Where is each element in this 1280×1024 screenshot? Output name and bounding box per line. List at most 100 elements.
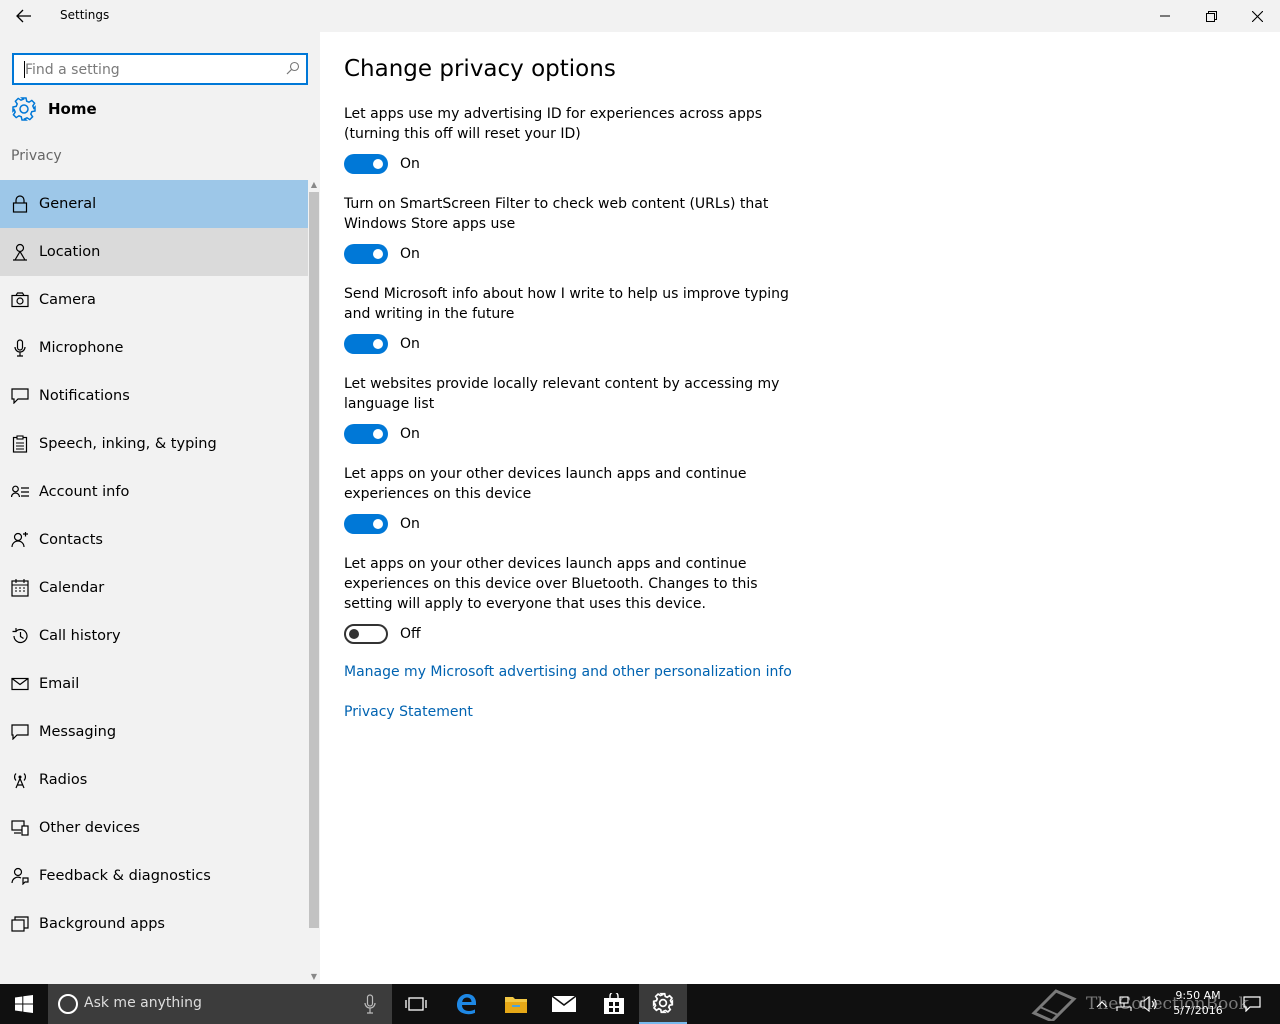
other-devices-toggle[interactable] xyxy=(344,514,388,534)
volume-tray-button[interactable] xyxy=(1138,984,1160,1024)
sidebar-item-general[interactable]: General xyxy=(0,180,308,228)
background-apps-icon xyxy=(11,915,29,933)
advertising-id-toggle[interactable] xyxy=(344,154,388,174)
start-button[interactable] xyxy=(0,984,48,1024)
taskbar-clock[interactable]: 9:50 AM 5/7/2016 xyxy=(1162,988,1234,1018)
sidebar-item-label: Calendar xyxy=(39,580,105,596)
sidebar-item-radios[interactable]: Radios xyxy=(0,756,308,804)
sidebar-item-notifications[interactable]: Notifications xyxy=(0,372,308,420)
section-heading: Privacy xyxy=(11,148,62,164)
sidebar-item-messaging[interactable]: Messaging xyxy=(0,708,308,756)
action-center-button[interactable] xyxy=(1238,984,1266,1024)
sidebar-item-label: Location xyxy=(39,244,101,260)
option-description: Let apps use my advertising ID for exper… xyxy=(344,106,763,142)
sidebar-item-label: Other devices xyxy=(39,820,140,836)
task-view-button[interactable] xyxy=(392,984,440,1024)
option-language-list: Let websites provide locally relevant co… xyxy=(344,374,794,444)
toggle-knob xyxy=(373,159,383,169)
sidebar-item-label: Notifications xyxy=(39,388,130,404)
sidebar-item-location[interactable]: Location xyxy=(0,228,308,276)
book-logo-icon xyxy=(1031,989,1077,1021)
search-input[interactable] xyxy=(25,59,275,81)
minimize-button[interactable] xyxy=(1142,0,1188,32)
search-box[interactable] xyxy=(12,53,308,85)
notifications-icon xyxy=(11,387,29,405)
option-smartscreen: Turn on SmartScreen Filter to check web … xyxy=(344,194,794,264)
sidebar-item-other-devices[interactable]: Other devices xyxy=(0,804,308,852)
bluetooth-devices-toggle[interactable] xyxy=(344,624,388,644)
toggle-knob xyxy=(373,429,383,439)
clock-time: 9:50 AM xyxy=(1175,989,1221,1002)
toggle-knob xyxy=(373,249,383,259)
settings-taskbar-button[interactable] xyxy=(639,984,687,1024)
scroll-up-arrow-icon[interactable]: ▲ xyxy=(309,180,319,190)
sidebar-item-background-apps[interactable]: Background apps xyxy=(0,900,308,948)
microphone-icon xyxy=(11,339,29,357)
close-icon xyxy=(1251,10,1263,22)
microphone-icon[interactable] xyxy=(364,994,376,1014)
toggle-knob xyxy=(349,629,359,639)
messaging-icon xyxy=(11,723,29,741)
sidebar-item-email[interactable]: Email xyxy=(0,660,308,708)
file-explorer-button[interactable] xyxy=(492,984,540,1024)
privacy-nav: General Location Camera Microphone Notif… xyxy=(0,180,308,948)
typing-info-toggle[interactable] xyxy=(344,334,388,354)
toggle-knob xyxy=(373,519,383,529)
task-view-icon xyxy=(405,997,427,1011)
restore-button[interactable] xyxy=(1188,0,1234,32)
back-button[interactable] xyxy=(10,4,38,28)
sidebar-scrollbar[interactable]: ▲ ▼ xyxy=(308,180,320,984)
gear-icon xyxy=(652,992,674,1014)
gear-icon xyxy=(12,97,36,121)
store-bag-icon xyxy=(604,993,624,1014)
sidebar-item-label: Feedback & diagnostics xyxy=(39,868,211,884)
manage-advertising-link[interactable]: Manage my Microsoft advertising and othe… xyxy=(344,664,792,680)
sidebar-item-camera[interactable]: Camera xyxy=(0,276,308,324)
search-icon[interactable] xyxy=(286,61,300,75)
title-bar: Settings xyxy=(0,0,1280,32)
sidebar-item-call-history[interactable]: Call history xyxy=(0,612,308,660)
option-description: Let apps on your other devices launch ap… xyxy=(344,466,747,502)
toggle-state-label: On xyxy=(400,516,420,532)
chevron-up-icon xyxy=(1096,1001,1108,1008)
option-description: Turn on SmartScreen Filter to check web … xyxy=(344,196,769,232)
sidebar-item-label: Email xyxy=(39,676,80,692)
sidebar-item-label: Radios xyxy=(39,772,88,788)
lock-icon xyxy=(11,195,29,213)
clock-date: 5/7/2016 xyxy=(1173,1004,1223,1017)
sidebar-item-contacts[interactable]: Contacts xyxy=(0,516,308,564)
show-hidden-icons-button[interactable] xyxy=(1092,984,1112,1024)
close-button[interactable] xyxy=(1234,0,1280,32)
sidebar-item-feedback[interactable]: Feedback & diagnostics xyxy=(0,852,308,900)
option-description: Let apps on your other devices launch ap… xyxy=(344,556,758,612)
language-list-toggle[interactable] xyxy=(344,424,388,444)
option-advertising-id: Let apps use my advertising ID for exper… xyxy=(344,104,794,174)
restore-icon xyxy=(1205,10,1217,22)
store-button[interactable] xyxy=(590,984,638,1024)
sidebar-item-microphone[interactable]: Microphone xyxy=(0,324,308,372)
mail-button[interactable] xyxy=(540,984,588,1024)
toggle-state-label: On xyxy=(400,156,420,172)
radio-antenna-icon xyxy=(11,771,29,789)
sidebar-item-label: Messaging xyxy=(39,724,117,740)
smartscreen-toggle[interactable] xyxy=(344,244,388,264)
cortana-search-text: Ask me anything xyxy=(84,995,202,1011)
sidebar: Home Privacy General Location Camera Mic… xyxy=(0,32,320,984)
clipboard-icon xyxy=(11,435,29,453)
sidebar-item-label: General xyxy=(39,196,97,212)
sidebar-item-speech[interactable]: Speech, inking, & typing xyxy=(0,420,308,468)
sidebar-item-calendar[interactable]: Calendar xyxy=(0,564,308,612)
location-icon xyxy=(11,243,29,261)
option-other-devices: Let apps on your other devices launch ap… xyxy=(344,464,794,534)
cortana-search-box[interactable]: Ask me anything xyxy=(48,984,392,1024)
scrollbar-thumb[interactable] xyxy=(309,192,319,928)
home-link[interactable]: Home xyxy=(11,95,97,123)
scroll-down-arrow-icon[interactable]: ▼ xyxy=(309,972,319,982)
sidebar-item-account-info[interactable]: Account info xyxy=(0,468,308,516)
network-tray-button[interactable] xyxy=(1114,984,1134,1024)
sidebar-item-label: Contacts xyxy=(39,532,103,548)
privacy-statement-link[interactable]: Privacy Statement xyxy=(344,704,473,720)
edge-button[interactable] xyxy=(442,984,490,1024)
sidebar-item-label: Microphone xyxy=(39,340,124,356)
toggle-state-label: On xyxy=(400,246,420,262)
